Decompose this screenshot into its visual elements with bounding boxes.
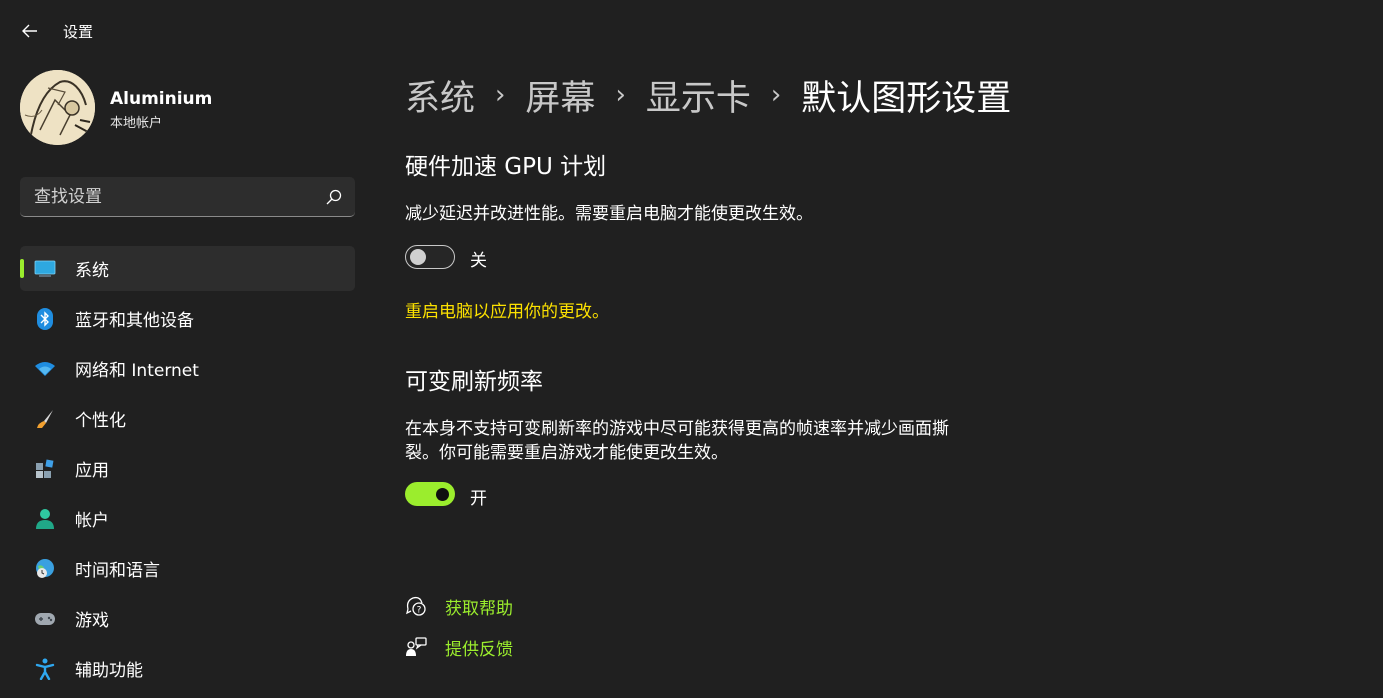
- sidebar-item-label: 网络和 Internet: [75, 361, 199, 381]
- sidebar-item-label: 应用: [75, 461, 109, 481]
- sidebar-item-label: 帐户: [75, 511, 109, 531]
- hags-toggle-state: 关: [470, 251, 487, 271]
- title-bar: 设置: [0, 0, 1383, 62]
- help-chat-icon: ?: [405, 595, 427, 617]
- sidebar-item-apps[interactable]: 应用: [20, 446, 355, 491]
- wifi-icon: [34, 358, 56, 380]
- search-icon[interactable]: [325, 188, 343, 206]
- bluetooth-icon: [34, 308, 56, 330]
- user-profile[interactable]: Aluminium 本地帐户: [20, 70, 350, 146]
- active-indicator: [20, 259, 24, 278]
- vrr-description-line1: 在本身不支持可变刷新率的游戏中尽可能获得更高的帧速率并减少画面撕: [405, 419, 949, 439]
- vrr-title: 可变刷新频率: [405, 369, 543, 395]
- get-help-link[interactable]: ? 获取帮助: [405, 592, 513, 620]
- hags-description: 减少延迟并改进性能。需要重启电脑才能使更改生效。: [405, 204, 813, 224]
- toggle-knob: [436, 488, 449, 501]
- sidebar-item-label: 辅助功能: [75, 661, 143, 681]
- sidebar-item-label: 个性化: [75, 411, 126, 431]
- page-title: 默认图形设置: [801, 78, 1012, 119]
- sidebar-item-accessibility[interactable]: 辅助功能: [20, 646, 355, 691]
- breadcrumb-separator: ›: [615, 80, 626, 110]
- accessibility-icon: [34, 658, 56, 680]
- sidebar-item-accounts[interactable]: 帐户: [20, 496, 355, 541]
- system-icon: [34, 258, 56, 280]
- sidebar-item-gaming[interactable]: 游戏: [20, 596, 355, 641]
- back-button[interactable]: [14, 16, 46, 46]
- breadcrumb-item-graphics[interactable]: 显示卡: [646, 70, 751, 121]
- breadcrumb: 系统 › 屏幕 › 显示卡 › 默认图形设置: [405, 70, 1011, 120]
- search-input[interactable]: [20, 177, 310, 216]
- sidebar-item-bluetooth[interactable]: 蓝牙和其他设备: [20, 296, 355, 341]
- feedback-label: 提供反馈: [445, 639, 513, 660]
- feedback-icon: [405, 636, 427, 658]
- apps-icon: [34, 458, 56, 480]
- sidebar-item-personalization[interactable]: 个性化: [20, 396, 355, 441]
- vrr-toggle[interactable]: [405, 482, 455, 506]
- gamepad-icon: [34, 608, 56, 630]
- breadcrumb-item-system[interactable]: 系统: [405, 70, 475, 121]
- breadcrumb-separator: ›: [770, 80, 782, 110]
- app-title: 设置: [63, 23, 94, 41]
- account-icon: [34, 508, 56, 530]
- toggle-knob: [410, 249, 426, 265]
- sidebar-item-system[interactable]: 系统: [20, 246, 355, 291]
- sidebar-nav: 系统 蓝牙和其他设备 网络和 Internet 个性化 应用 帐户 时间和语言 …: [20, 246, 355, 696]
- sidebar-item-label: 系统: [75, 261, 109, 281]
- search-box: [20, 177, 355, 217]
- vrr-description-line2: 裂。你可能需要重启游戏才能使更改生效。: [405, 443, 728, 463]
- get-help-label: 获取帮助: [445, 598, 513, 619]
- svg-text:?: ?: [417, 606, 422, 616]
- sidebar-item-label: 游戏: [75, 611, 109, 631]
- avatar: [20, 70, 95, 145]
- vrr-toggle-state: 开: [470, 489, 487, 509]
- profile-name: Aluminium: [110, 89, 213, 109]
- feedback-link[interactable]: 提供反馈: [405, 633, 513, 661]
- sidebar-item-time-language[interactable]: 时间和语言: [20, 546, 355, 591]
- sidebar-item-network[interactable]: 网络和 Internet: [20, 346, 355, 391]
- hags-toggle[interactable]: [405, 245, 455, 269]
- breadcrumb-separator: ›: [495, 80, 506, 110]
- brush-icon: [34, 408, 56, 430]
- breadcrumb-item-display[interactable]: 屏幕: [525, 70, 595, 121]
- restart-notice: 重启电脑以应用你的更改。: [405, 302, 609, 322]
- sidebar-item-label: 时间和语言: [75, 561, 160, 581]
- hags-title: 硬件加速 GPU 计划: [405, 154, 607, 180]
- globe-clock-icon: [34, 558, 56, 580]
- back-arrow-icon: [22, 24, 37, 38]
- sidebar-item-label: 蓝牙和其他设备: [75, 311, 194, 331]
- profile-account-type: 本地帐户: [110, 116, 163, 131]
